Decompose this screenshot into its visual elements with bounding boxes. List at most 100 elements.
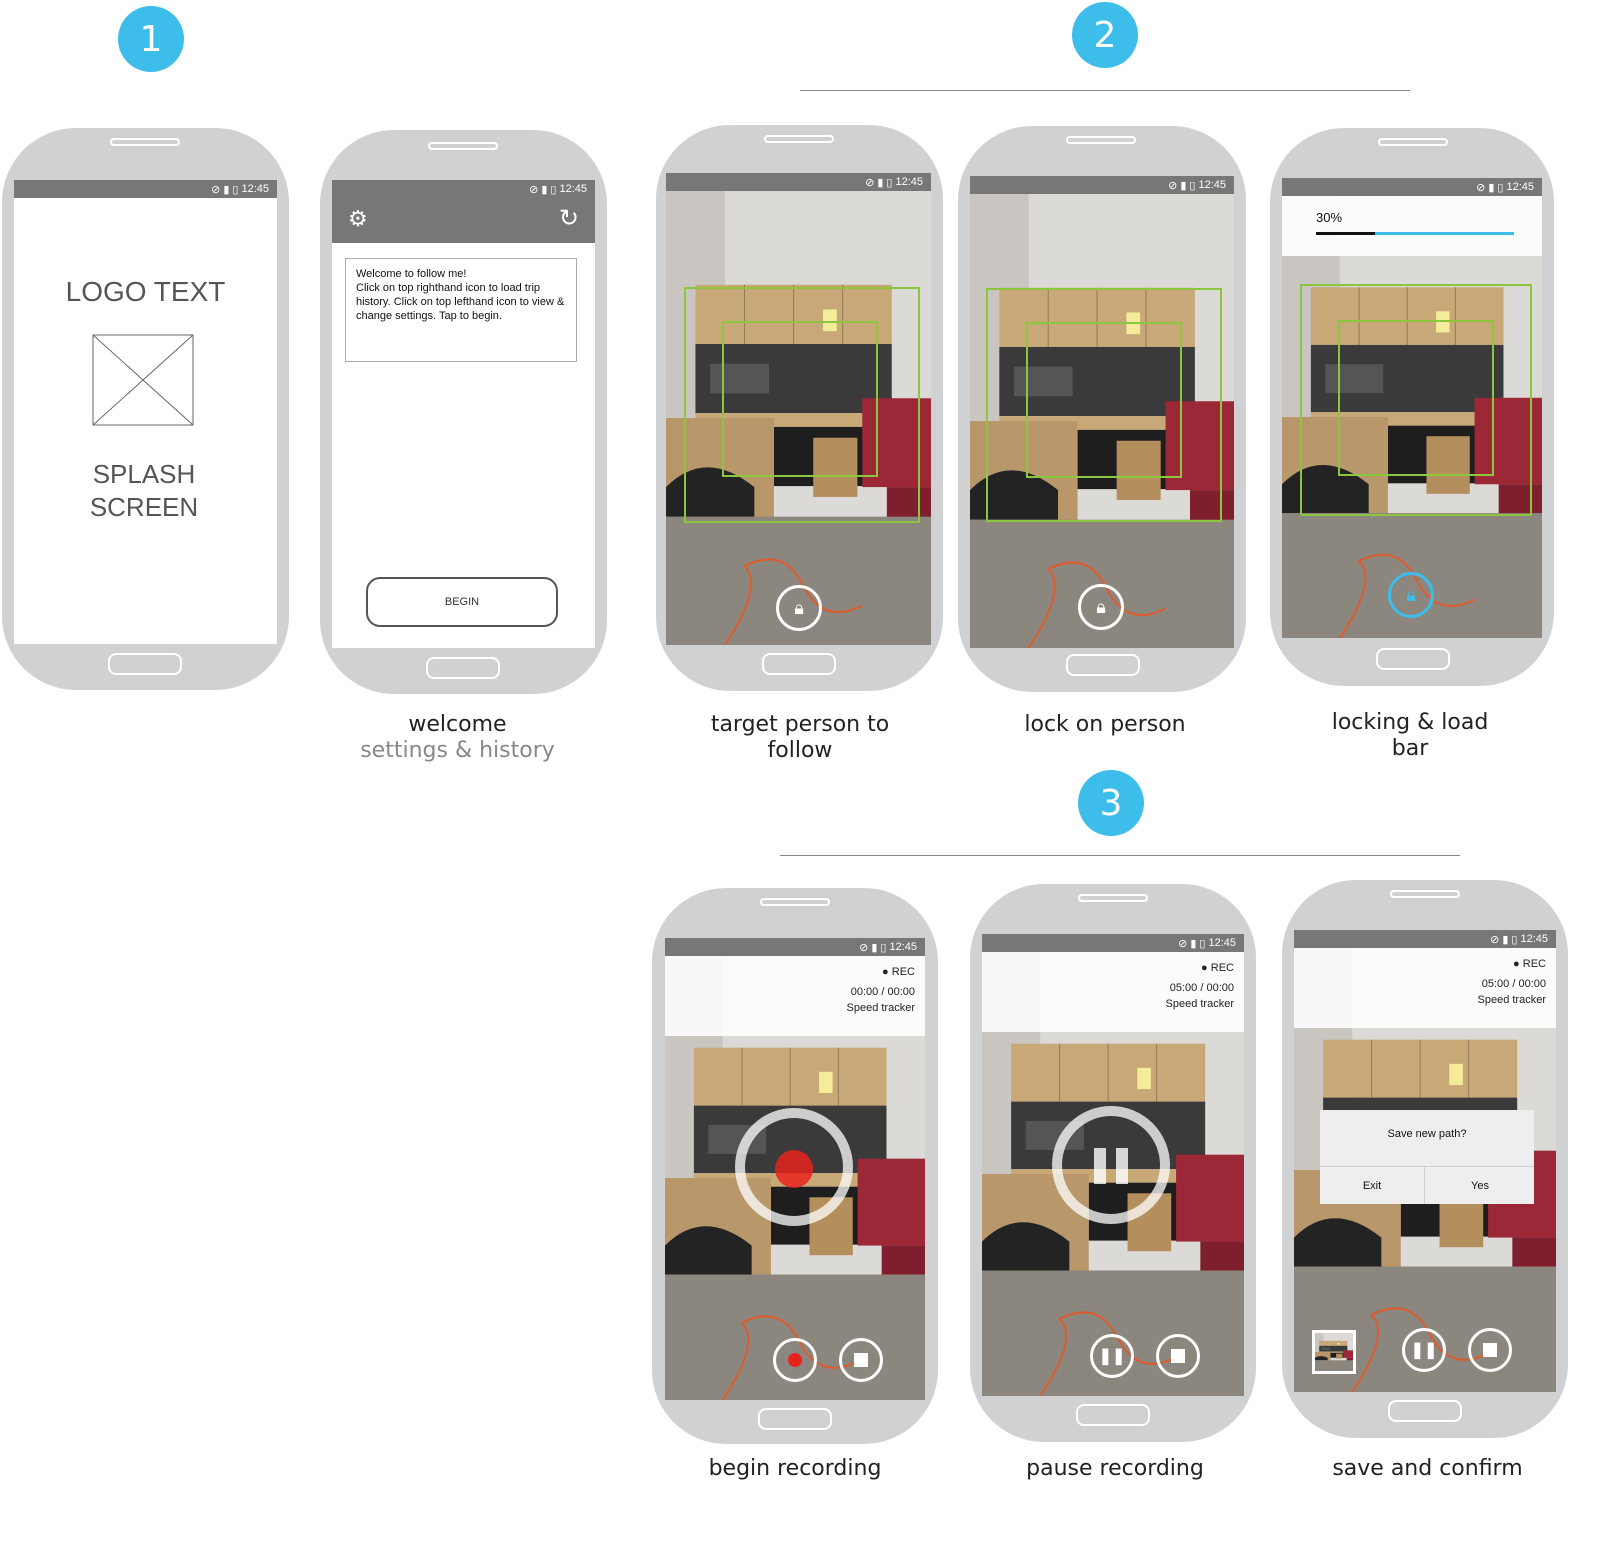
caption-target: target person to follow [710,712,890,763]
home-button[interactable] [758,1408,832,1430]
phone-lock: ⊘ ▮ ▯ 12:45 🔒︎ [958,126,1246,692]
lock-button-active[interactable]: 🔒︎ [1388,572,1434,618]
save-dialog: Save new path? Exit Yes [1320,1110,1534,1204]
rec-timer: 05:00 / 00:00 [1169,982,1234,994]
signal-icon: ▮ [871,941,878,954]
settings-gear-icon[interactable]: ⚙ [348,206,368,232]
phone-pause-recording: ⊘ ▮ ▯ 12:45 ● REC 05:00 / 00:00 Speed tr… [970,884,1256,1442]
step-badge-1: 1 [118,6,184,72]
target-screen: ⊘ ▮ ▯ 12:45 🔒︎ [666,173,931,645]
record-button[interactable] [773,1338,817,1382]
begin-recording-screen: ⊘ ▮ ▯ 12:45 ● REC 00:00 / 00:00 Speed tr… [665,938,925,1400]
battery-icon: ▯ [1189,179,1196,192]
pause-icon: ❚❚ [1098,1348,1126,1365]
pause-button[interactable]: ❚❚ [1090,1334,1134,1378]
progress-label: 30% [1316,210,1343,225]
phone-speaker [1078,894,1148,902]
phone-target: ⊘ ▮ ▯ 12:45 🔒︎ [656,125,943,691]
phone-begin-recording: ⊘ ▮ ▯ 12:45 ● REC 00:00 / 00:00 Speed tr… [652,888,938,1444]
speed-tracker: Speed tracker [1477,994,1546,1006]
thumbnail-image [1315,1333,1353,1371]
lock-icon: 🔒︎ [1406,584,1416,605]
phone-splash: ⊘ ▮ ▯ 12:45 LOGO TEXT SPLASH SCREEN [2,128,289,690]
caption-welcome: welcome settings & history [360,712,555,764]
rec-label: REC [891,966,915,978]
caption-lock: lock on person [1024,712,1186,737]
mute-icon: ⊘ [865,176,875,189]
status-time: 12:45 [559,183,587,195]
phone-speaker [428,142,498,150]
dialog-yes-button[interactable]: Yes [1426,1167,1534,1204]
load-overlay [1282,196,1542,256]
rec-indicator: ● REC [1478,956,1546,972]
lock-screen: ⊘ ▮ ▯ 12:45 🔒︎ [970,176,1234,648]
recording-info: ● REC 05:00 / 00:00 Speed tracker [1166,960,1234,1012]
mute-icon: ⊘ [529,183,539,196]
save-confirm-screen: ⊘ ▮ ▯ 12:45 ● REC 05:00 / 00:00 Speed tr… [1294,930,1556,1392]
locking-screen: ⊘ ▮ ▯ 12:45 30% 🔒︎ [1282,178,1542,638]
pause-center-icon [1088,1148,1134,1184]
stop-button[interactable] [1468,1328,1512,1372]
status-bar: ⊘ ▮ ▯ 12:45 [1294,930,1556,948]
rec-dot-icon: ● [1201,962,1208,974]
step-3-divider [780,855,1460,856]
status-bar: ⊘ ▮ ▯ 12:45 [1282,178,1542,196]
rec-timer: 00:00 / 00:00 [850,986,915,998]
signal-icon: ▮ [1488,181,1495,194]
splash-screen: ⊘ ▮ ▯ 12:45 LOGO TEXT SPLASH SCREEN [14,180,277,644]
lock-button[interactable]: 🔒︎ [1078,584,1124,630]
dialog-title: Save new path? [1387,1128,1467,1140]
caption-locking: locking & load bar [1331,710,1489,761]
phone-speaker [760,898,830,906]
rec-dot-icon: ● [1513,958,1520,970]
status-time: 12:45 [1208,937,1236,949]
status-bar: ⊘ ▮ ▯ 12:45 [982,934,1244,952]
rec-indicator: ● REC [847,964,915,980]
home-button[interactable] [762,653,836,675]
home-button[interactable] [1376,648,1450,670]
lock-icon: 🔒︎ [794,597,804,618]
battery-icon: ▯ [1199,937,1206,950]
signal-icon: ▮ [1190,937,1197,950]
lock-icon: 🔒︎ [1096,596,1106,617]
battery-icon: ▯ [1497,181,1504,194]
path-thumbnail[interactable] [1312,1330,1356,1374]
phone-speaker [110,138,180,146]
mute-icon: ⊘ [859,941,869,954]
home-button[interactable] [1076,1404,1150,1426]
phone-save-confirm: ⊘ ▮ ▯ 12:45 ● REC 05:00 / 00:00 Speed tr… [1282,880,1568,1438]
lock-button[interactable]: 🔒︎ [776,585,822,631]
status-bar: ⊘ ▮ ▯ 12:45 [14,180,277,198]
record-dot-icon [788,1353,802,1367]
home-button[interactable] [1388,1400,1462,1422]
stop-button[interactable] [839,1338,883,1382]
rec-indicator: ● REC [1166,960,1234,976]
tracking-box-inner [1026,322,1182,478]
step-badge-3: 3 [1078,770,1144,836]
signal-icon: ▮ [1180,179,1187,192]
signal-icon: ▮ [223,183,230,196]
stop-button[interactable] [1156,1334,1200,1378]
status-bar: ⊘ ▮ ▯ 12:45 [665,938,925,956]
progress-fill [1316,232,1376,235]
history-refresh-icon[interactable]: ↻ [559,204,579,233]
rec-label: REC [1210,962,1234,974]
recording-info: ● REC 05:00 / 00:00 Speed tracker [1478,956,1546,1008]
pause-recording-screen: ⊘ ▮ ▯ 12:45 ● REC 05:00 / 00:00 Speed tr… [982,934,1244,1396]
pause-icon: ❚❚ [1410,1342,1438,1359]
home-button[interactable] [1066,654,1140,676]
signal-icon: ▮ [1502,933,1509,946]
stop-icon [1171,1349,1185,1363]
battery-icon: ▯ [1511,933,1518,946]
caption-welcome-sub: settings & history [360,738,555,763]
home-button[interactable] [426,657,500,679]
status-bar: ⊘ ▮ ▯ 12:45 [332,180,595,198]
home-button[interactable] [108,653,182,675]
stop-icon [854,1353,868,1367]
pause-button[interactable]: ❚❚ [1402,1328,1446,1372]
mute-icon: ⊘ [1168,179,1178,192]
status-time: 12:45 [1520,933,1548,945]
status-time: 12:45 [895,176,923,188]
begin-button[interactable]: BEGIN [366,577,558,627]
dialog-exit-button[interactable]: Exit [1320,1167,1425,1204]
